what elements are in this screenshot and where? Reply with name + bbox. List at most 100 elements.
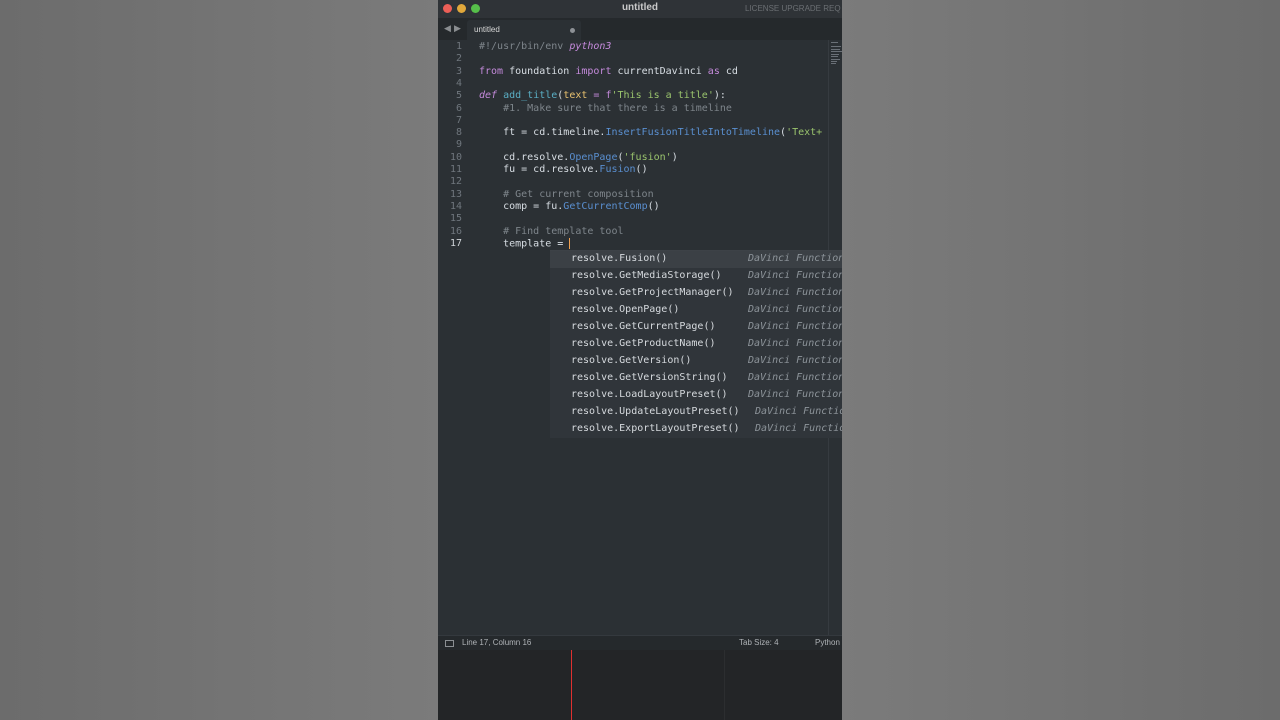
code-line-14: comp = fu.GetCurrentComp() — [479, 201, 660, 213]
paren-close: ) — [671, 151, 678, 163]
keyword-def: def — [479, 90, 498, 102]
line-number: 5 — [455, 90, 462, 102]
code-text: ft = cd.timeline. — [479, 127, 606, 139]
autocomplete-item[interactable]: resolve.GetMediaStorage() DaVinci Functi… — [550, 268, 842, 285]
completion-name: resolve.ExportLayoutPreset() — [571, 423, 740, 434]
line-number: 16 — [449, 225, 462, 237]
line-number: 2 — [455, 53, 462, 65]
video-background-right — [842, 0, 1280, 720]
autocomplete-item[interactable]: resolve.LoadLayoutPreset() DaVinci Funct… — [550, 387, 842, 404]
autocomplete-item[interactable]: resolve.OpenPage() DaVinci Function — [550, 302, 842, 319]
timeline-playhead[interactable] — [571, 650, 572, 720]
tab-label: untitled — [474, 25, 500, 34]
completion-name: resolve.GetVersion() — [571, 355, 692, 366]
string-literal: 'This is a title' — [611, 90, 714, 102]
video-timeline[interactable] — [438, 650, 842, 720]
title-bar: untitled LICENSE UPGRADE REQ — [438, 0, 842, 18]
code-line-6: #1. Make sure that there is a timeline — [479, 102, 732, 114]
completion-name: resolve.GetProductName() — [571, 338, 716, 349]
code-line-17: template = — [479, 237, 571, 250]
back-arrow-icon[interactable]: ◀ — [444, 23, 451, 34]
completion-type: DaVinci Function — [748, 270, 842, 281]
completion-type: DaVinci Function — [748, 389, 842, 400]
shebang: #!/usr/bin/env — [479, 41, 570, 52]
autocomplete-item[interactable]: resolve.GetCurrentPage() DaVinci Functio… — [550, 319, 842, 336]
completion-type: DaVinci Function — [748, 355, 842, 366]
minimap-line — [831, 51, 842, 52]
import-name: currentDavinci — [611, 65, 708, 77]
autocomplete-item[interactable]: resolve.GetVersion() DaVinci Function — [550, 353, 842, 370]
minimap-line — [831, 56, 838, 57]
function-name: add_title — [503, 90, 558, 102]
completion-name: resolve.GetVersionString() — [571, 372, 728, 383]
minimap-line — [831, 54, 839, 55]
line-number: 1 — [455, 41, 462, 52]
line-number: 15 — [449, 213, 462, 225]
completion-type: DaVinci Function — [748, 253, 842, 264]
line-number: 13 — [449, 188, 462, 200]
line-number-current: 17 — [449, 237, 462, 249]
completion-type: DaVinci Function — [748, 372, 842, 383]
method-name: GetCurrentComp — [563, 200, 648, 212]
sidebar-toggle-icon[interactable] — [445, 640, 454, 647]
code-line-13: # Get current composition — [479, 188, 654, 200]
line-number: 7 — [455, 114, 462, 126]
autocomplete-item[interactable]: resolve.GetProductName() DaVinci Functio… — [550, 336, 842, 353]
paren-close: ): — [713, 90, 726, 102]
minimap-line — [831, 46, 841, 47]
unsaved-dot-icon[interactable] — [570, 28, 575, 33]
completion-name: resolve.GetCurrentPage() — [571, 321, 716, 332]
code-line-5: def add_title(text = f'This is a title')… — [479, 90, 726, 102]
forward-arrow-icon[interactable]: ▶ — [454, 23, 461, 34]
completion-name: resolve.LoadLayoutPreset() — [571, 389, 728, 400]
minimap-line — [831, 49, 840, 50]
autocomplete-item-selected[interactable]: resolve.Fusion() DaVinci Function — [550, 251, 842, 268]
autocomplete-item[interactable]: resolve.GetVersionString() DaVinci Funct… — [550, 370, 842, 387]
line-number: 11 — [449, 164, 462, 175]
syntax-mode[interactable]: Python — [815, 638, 840, 647]
line-number: 10 — [449, 151, 462, 163]
module-name: foundation — [503, 65, 576, 77]
status-bar: Line 17, Column 16 Tab Size: 4 Python — [438, 635, 842, 651]
line-number: 4 — [455, 77, 462, 89]
tab-untitled[interactable]: untitled — [467, 20, 581, 40]
method-name: Fusion — [599, 164, 636, 175]
string-literal: 'Text+ — [786, 127, 823, 139]
completion-type: DaVinci Function — [748, 304, 842, 315]
keyword-as: as — [707, 65, 720, 77]
completion-name: resolve.Fusion() — [571, 253, 668, 264]
completion-type: DaVinci Function — [748, 287, 842, 298]
code-text: cd.resolve. — [479, 151, 570, 163]
completion-name: resolve.GetMediaStorage() — [571, 270, 722, 281]
code-text: template = — [479, 238, 570, 250]
autocomplete-item[interactable]: resolve.UpdateLayoutPreset() DaVinci Fun… — [550, 404, 842, 421]
tab-size[interactable]: Tab Size: 4 — [739, 638, 779, 647]
line-number: 6 — [455, 102, 462, 114]
code-line-1: #!/usr/bin/env python3 — [479, 41, 611, 53]
cursor-position[interactable]: Line 17, Column 16 — [462, 638, 531, 647]
line-number: 9 — [455, 139, 462, 151]
editor-window: untitled LICENSE UPGRADE REQ ◀ ▶ untitle… — [438, 0, 842, 650]
completion-name: resolve.OpenPage() — [571, 304, 680, 315]
method-name: InsertFusionTitleIntoTimeline — [605, 127, 781, 139]
license-upgrade-text[interactable]: LICENSE UPGRADE REQ — [745, 4, 841, 13]
completion-type: DaVinci Function — [748, 338, 842, 349]
minimap-line — [831, 59, 840, 60]
completion-name: resolve.GetProjectManager() — [571, 287, 734, 298]
keyword-from: from — [479, 65, 504, 77]
completion-type: DaVinci Function — [755, 423, 842, 434]
line-number: 3 — [455, 65, 462, 77]
video-background-left — [0, 0, 438, 720]
autocomplete-item[interactable]: resolve.ExportLayoutPreset() DaVinci Fun… — [550, 421, 842, 438]
completion-name: resolve.UpdateLayoutPreset() — [571, 406, 740, 417]
autocomplete-popup[interactable]: resolve.Fusion() DaVinci Function resolv… — [550, 250, 842, 438]
autocomplete-item[interactable]: resolve.GetProjectManager() DaVinci Func… — [550, 285, 842, 302]
text-cursor — [569, 237, 571, 249]
string-literal: 'fusion' — [623, 151, 672, 163]
code-line-16: # Find template tool — [479, 225, 624, 237]
code-line-8: ft = cd.timeline.InsertFusionTitleIntoTi… — [479, 127, 822, 139]
code-line-3: from foundation import currentDavinci as… — [479, 66, 738, 78]
timeline-separator — [724, 650, 725, 720]
minimap-line — [831, 42, 838, 43]
completion-type: DaVinci Function — [755, 406, 842, 417]
